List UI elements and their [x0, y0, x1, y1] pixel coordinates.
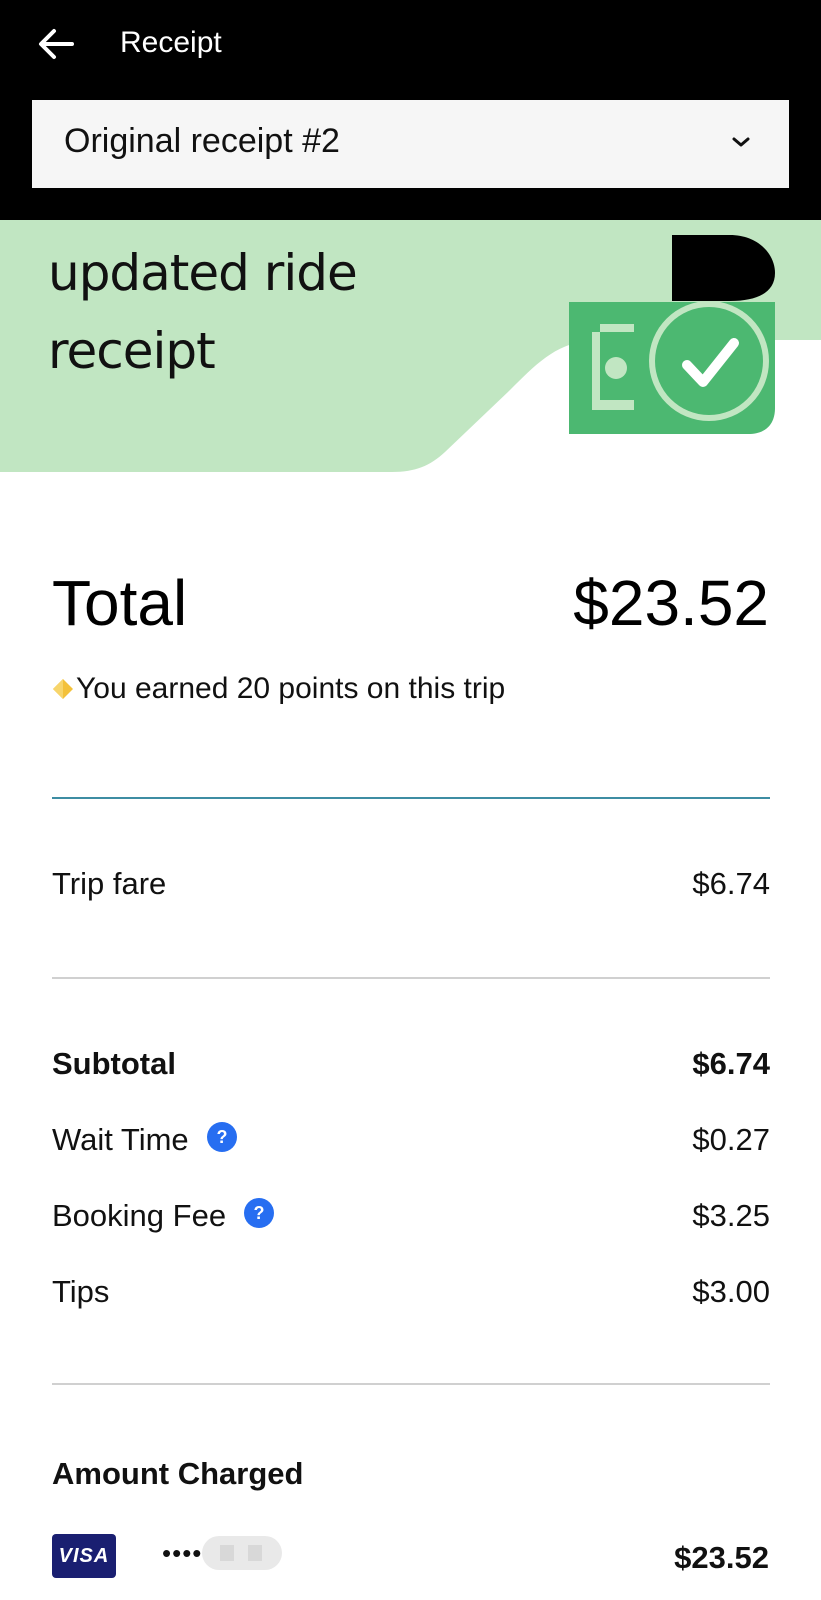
wait-time-label: Wait Time: [52, 1122, 189, 1157]
points-earned: You earned 20 points on this trip: [52, 672, 505, 706]
amount-charged-value: $23.52: [674, 1540, 769, 1575]
receipt-banner: updated ride receipt: [0, 220, 821, 480]
tips-row: Tips $3.00: [52, 1274, 770, 1314]
receipt-selector-dropdown[interactable]: Original receipt #2: [32, 100, 789, 188]
total-amount: $23.52: [573, 567, 769, 639]
booking-fee-label: Booking Fee: [52, 1198, 227, 1233]
trip-fare-label: Trip fare: [52, 866, 167, 901]
svg-text:?: ?: [216, 1127, 227, 1147]
tips-label: Tips: [52, 1274, 110, 1309]
visa-card-logo: VISA: [52, 1534, 116, 1578]
receipt-selector-value: Original receipt #2: [64, 122, 340, 160]
wait-time-row: Wait Time ? $0.27: [52, 1122, 770, 1162]
divider: [52, 977, 770, 979]
booking-fee-amount: $3.25: [692, 1198, 770, 1233]
points-gem-icon: [53, 679, 73, 699]
help-icon[interactable]: ?: [244, 1198, 275, 1228]
subtotal-amount: $6.74: [692, 1046, 770, 1081]
svg-text:?: ?: [254, 1203, 265, 1223]
total-label: Total: [52, 567, 188, 639]
amount-charged-title: Amount Charged: [52, 1456, 304, 1491]
booking-fee-label-group: Booking Fee ?: [52, 1198, 275, 1234]
wait-time-amount: $0.27: [692, 1122, 770, 1157]
booking-fee-row: Booking Fee ? $3.25: [52, 1198, 770, 1238]
subtotal-label: Subtotal: [52, 1046, 176, 1081]
tips-amount: $3.00: [692, 1274, 770, 1309]
wait-time-label-group: Wait Time ?: [52, 1122, 237, 1158]
chevron-down-icon: [732, 137, 750, 147]
card-last-digits-redacted: [202, 1536, 282, 1570]
trip-fare-row: Trip fare $6.74: [52, 866, 770, 906]
banner-title: updated ride receipt: [48, 244, 358, 380]
top-app-bar: Receipt Original receipt #2: [0, 0, 821, 220]
points-text: You earned 20 points on this trip: [76, 672, 506, 705]
subtotal-row: Subtotal $6.74: [52, 1046, 770, 1086]
divider: [52, 1383, 770, 1385]
page-title: Receipt: [120, 26, 222, 59]
trip-fare-amount: $6.74: [692, 866, 770, 901]
section-divider: [52, 797, 770, 799]
help-icon[interactable]: ?: [206, 1122, 237, 1152]
card-number-mask: ••••: [162, 1538, 203, 1568]
back-arrow-icon[interactable]: [34, 22, 78, 66]
